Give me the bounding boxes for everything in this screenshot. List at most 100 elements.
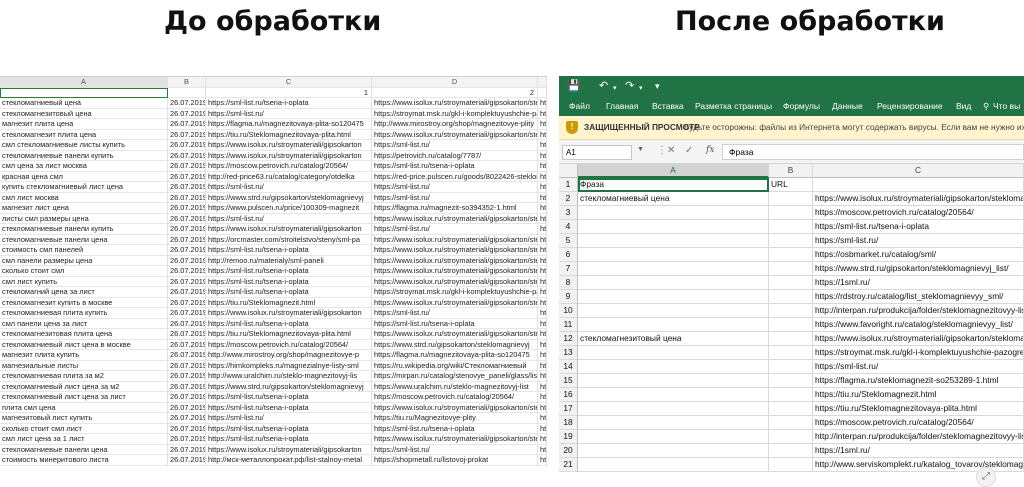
cell-date[interactable]: 26.07.2019 bbox=[168, 140, 206, 151]
row-number[interactable]: 21 bbox=[559, 458, 578, 472]
cell-url-1[interactable]: https://www.isolux.ru/stroymateriali/gip… bbox=[206, 150, 372, 161]
cell-phrase[interactable] bbox=[578, 262, 769, 276]
cell-url-2[interactable]: https://www.isolux.ru/stroymateriali/gip… bbox=[372, 329, 538, 340]
cell-url-3[interactable]: htt bbox=[538, 213, 547, 224]
cell-url-2[interactable]: https://sml-list.ru/tsena-i-oplata bbox=[372, 423, 538, 434]
row-number[interactable]: 7 bbox=[559, 262, 578, 276]
cell-url-1[interactable]: https://sml-list.ru/tsena-i-oplata bbox=[206, 423, 372, 434]
cell-url-header[interactable] bbox=[769, 262, 813, 276]
tab-formulas[interactable]: Формулы bbox=[783, 100, 820, 112]
cell-url-header[interactable] bbox=[769, 416, 813, 430]
column-header-b[interactable]: B bbox=[168, 77, 206, 88]
cell-url-1[interactable]: https://sml-list.ru/ bbox=[206, 108, 372, 119]
cell-date[interactable]: 26.07.2019 bbox=[168, 129, 206, 140]
cell-url-header[interactable] bbox=[769, 220, 813, 234]
row-number[interactable]: 15 bbox=[559, 374, 578, 388]
cell-phrase[interactable]: смл лист москва bbox=[0, 192, 168, 203]
cell-url-1[interactable]: https://moscow.petrovich.ru/catalog/2056… bbox=[206, 161, 372, 172]
cell-phrase[interactable]: стекломагниевая плита купить bbox=[0, 308, 168, 319]
cell-url-1[interactable]: https://flagma.ru/magnezitovaya-plita-so… bbox=[206, 119, 372, 130]
cell-phrase[interactable] bbox=[578, 206, 769, 220]
cell-phrase[interactable]: стекломагнезитовая плита цена bbox=[0, 329, 168, 340]
cell-url[interactable]: https://tiu.ru/Steklomagnezit.html bbox=[813, 388, 1024, 402]
cell-phrase[interactable]: стекломагнезит купить в москве bbox=[0, 297, 168, 308]
column-header-b[interactable]: B bbox=[769, 164, 813, 178]
cell-url-header[interactable] bbox=[769, 374, 813, 388]
select-all-corner[interactable] bbox=[559, 164, 578, 178]
cell-phrase[interactable]: стоимость смл панелей bbox=[0, 245, 168, 256]
cell-url-1[interactable]: https://himkompleks.ru/magnezialnye-list… bbox=[206, 360, 372, 371]
row-number[interactable]: 12 bbox=[559, 332, 578, 346]
cell-url-2[interactable]: http://www.mirostroy.org/shop/magnezitov… bbox=[372, 119, 538, 130]
cell-phrase[interactable] bbox=[578, 458, 769, 472]
cell-phrase[interactable] bbox=[578, 346, 769, 360]
cell-url-1[interactable]: https://www.strd.ru/gipsokarton/stekloma… bbox=[206, 192, 372, 203]
cell-url-3[interactable]: htt bbox=[538, 360, 547, 371]
cell-url-1[interactable]: https://sml-list.ru/tsena-i-oplata bbox=[206, 266, 372, 277]
cell-url-3[interactable]: htt bbox=[538, 119, 547, 130]
expand-icon[interactable]: ⤢ bbox=[976, 467, 996, 487]
row-number[interactable]: 3 bbox=[559, 206, 578, 220]
row-number[interactable]: 17 bbox=[559, 402, 578, 416]
cell-phrase[interactable] bbox=[578, 430, 769, 444]
cell-url-2[interactable]: https://www.isolux.ru/stroymateriali/gip… bbox=[372, 266, 538, 277]
cell-url-2[interactable]: https://sml-list.ru/tsena-i-oplata bbox=[372, 318, 538, 329]
row-number[interactable]: 2 bbox=[559, 192, 578, 206]
cell-date[interactable]: 26.07.2019 bbox=[168, 224, 206, 235]
cell-url-3[interactable]: htt bbox=[538, 287, 547, 298]
cell-url-2[interactable]: https://shopmetall.ru/listovoj-prokat bbox=[372, 455, 538, 466]
cell-url[interactable] bbox=[813, 178, 1024, 192]
cell-date[interactable]: 26.07.2019 bbox=[168, 203, 206, 214]
cell-url-1[interactable]: https://sml-list.ru/ bbox=[206, 413, 372, 424]
cell-date[interactable]: 26.07.2019 bbox=[168, 266, 206, 277]
cell-url-3[interactable]: htt bbox=[538, 413, 547, 424]
cell-url-header[interactable] bbox=[769, 402, 813, 416]
cell-url-3[interactable]: htt bbox=[538, 444, 547, 455]
cell-phrase[interactable]: Фраза bbox=[578, 178, 769, 192]
enter-icon[interactable]: ✓ bbox=[685, 145, 693, 156]
cell-url-header[interactable] bbox=[769, 290, 813, 304]
cell-url-3[interactable]: htt bbox=[538, 329, 547, 340]
cell-date[interactable]: 26.07.2019 bbox=[168, 360, 206, 371]
cell-url-1[interactable]: https://sml-list.ru/tsena-i-oplata bbox=[206, 392, 372, 403]
cell-url-header[interactable] bbox=[769, 248, 813, 262]
save-icon[interactable]: 💾 bbox=[567, 79, 581, 93]
cell-url[interactable]: https://www.isolux.ru/stroymateriali/gip… bbox=[813, 192, 1024, 206]
row-number[interactable]: 14 bbox=[559, 360, 578, 374]
cell-url-2[interactable]: https://sml-list.ru/ bbox=[372, 308, 538, 319]
cell-url-1[interactable]: https://sml-list.ru/tsena-i-oplata bbox=[206, 245, 372, 256]
cell-phrase[interactable]: сколько стоит смл лист bbox=[0, 423, 168, 434]
cell-url-3[interactable]: htt bbox=[538, 161, 547, 172]
cell-url-2[interactable]: https://www.isolux.ru/stroymateriali/gip… bbox=[372, 98, 538, 109]
cell-phrase[interactable]: магнезит плита цена bbox=[0, 119, 168, 130]
cell-phrase[interactable] bbox=[578, 276, 769, 290]
function-icon[interactable]: fx bbox=[706, 145, 714, 155]
cell-url[interactable]: https://1sml.ru/ bbox=[813, 276, 1024, 290]
cell-date[interactable]: 26.07.2019 bbox=[168, 339, 206, 350]
row-number[interactable]: 6 bbox=[559, 248, 578, 262]
cell-date[interactable]: 26.07.2019 bbox=[168, 413, 206, 424]
cell-phrase[interactable]: стекломагниевые панели цена bbox=[0, 444, 168, 455]
cell-url-1[interactable]: http://мск-металлопрокат.рф/list-stalnoy… bbox=[206, 455, 372, 466]
cell-phrase[interactable]: магнезит лист цена bbox=[0, 203, 168, 214]
cell-url-1[interactable]: https://sml-list.ru/tsena-i-oplata bbox=[206, 434, 372, 445]
cell-date[interactable]: 26.07.2019 bbox=[168, 171, 206, 182]
cell-url-2[interactable]: https://mirpan.ru/catalog/stenovye_panel… bbox=[372, 371, 538, 382]
cell-phrase[interactable]: смл лист купить bbox=[0, 276, 168, 287]
row-number[interactable]: 11 bbox=[559, 318, 578, 332]
cell-date[interactable]: 26.07.2019 bbox=[168, 297, 206, 308]
cell-date[interactable]: 26.07.2019 bbox=[168, 192, 206, 203]
cell-url[interactable]: https://stroymat.msk.ru/gkl-i-komplektuy… bbox=[813, 346, 1024, 360]
cell-date[interactable]: 26.07.2019 bbox=[168, 287, 206, 298]
cell-phrase[interactable]: стекломагний цена за лист bbox=[0, 287, 168, 298]
cell-date[interactable]: 26.07.2019 bbox=[168, 392, 206, 403]
cell-url-2[interactable]: https://www.isolux.ru/stroymateriali/gip… bbox=[372, 129, 538, 140]
cell-phrase[interactable]: стекломагниевая плита за м2 bbox=[0, 371, 168, 382]
cell-url-2[interactable]: https://sml-list.ru/ bbox=[372, 140, 538, 151]
cell-url-3[interactable]: htt bbox=[538, 234, 547, 245]
cell-url[interactable]: https://moscow.petrovich.ru/catalog/2056… bbox=[813, 416, 1024, 430]
cell-date[interactable]: 26.07.2019 bbox=[168, 371, 206, 382]
cell-phrase[interactable]: магнезитовый лист купить bbox=[0, 413, 168, 424]
cell-date[interactable]: 26.07.2019 bbox=[168, 119, 206, 130]
cell-phrase[interactable] bbox=[578, 444, 769, 458]
